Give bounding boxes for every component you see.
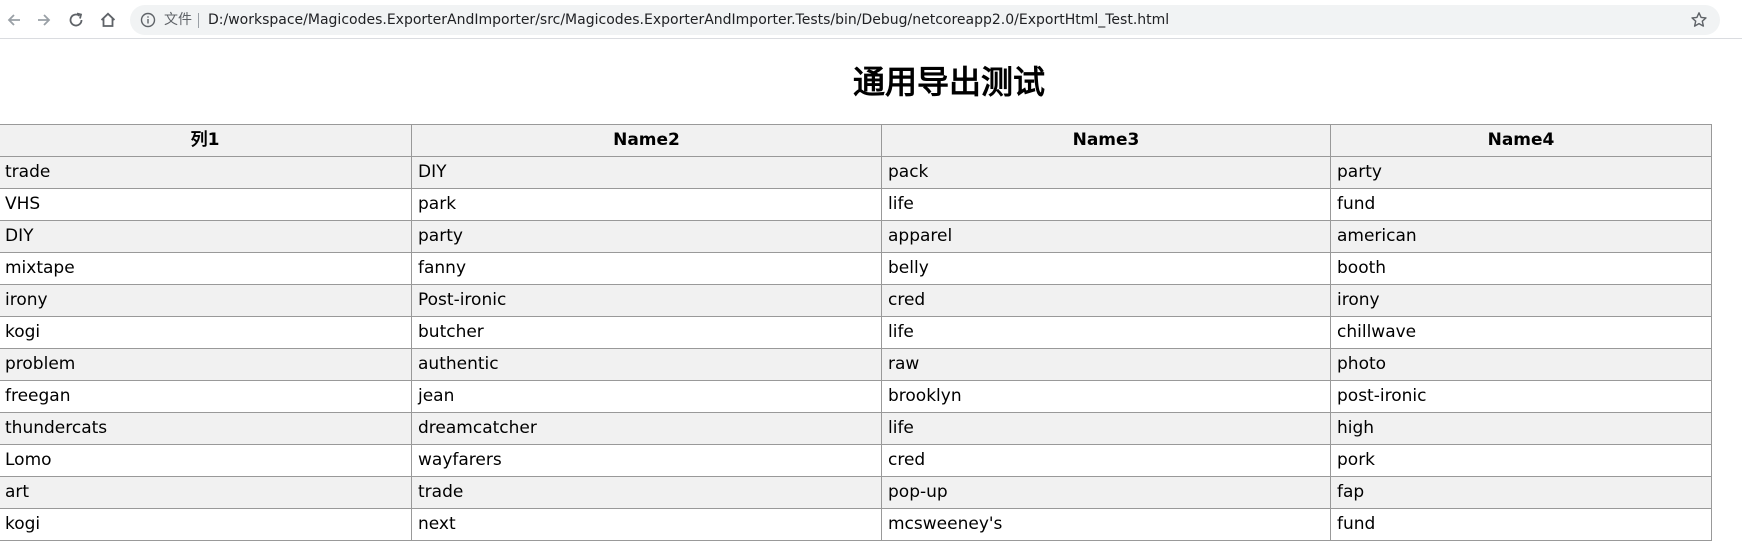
table-cell: fund	[1330, 188, 1712, 221]
table-cell: fap	[1330, 476, 1712, 509]
table-cell: butcher	[411, 316, 882, 349]
table-cell: party	[1330, 156, 1712, 189]
table-row: irony Post-ironic cred irony	[0, 284, 1712, 317]
column-header: 列1	[0, 124, 412, 157]
address-separator	[198, 13, 199, 28]
table-cell: DIY	[411, 156, 882, 189]
table-cell: brooklyn	[881, 380, 1331, 413]
reload-button[interactable]	[62, 6, 90, 34]
table-row: kogi next mcsweeney's fund	[0, 508, 1712, 541]
table-row: VHS park life fund	[0, 188, 1712, 221]
table-cell: wayfarers	[411, 444, 882, 477]
table-cell: pork	[1330, 444, 1712, 477]
table-cell: mcsweeney's	[881, 508, 1331, 541]
table-cell: dreamcatcher	[411, 412, 882, 445]
table-cell: raw	[881, 348, 1331, 381]
back-button[interactable]	[0, 6, 28, 34]
table-cell: life	[881, 316, 1331, 349]
table-cell: pack	[881, 156, 1331, 189]
table-cell: party	[411, 220, 882, 253]
page-title: 通用导出测试	[852, 63, 1045, 101]
file-scheme-label: 文件	[164, 12, 192, 28]
table-row: art trade pop-up fap	[0, 476, 1712, 509]
table-row: problem authentic raw photo	[0, 348, 1712, 381]
table-cell: fund	[1330, 508, 1712, 541]
table-cell: life	[881, 412, 1331, 445]
table-row: DIY party apparel american	[0, 220, 1712, 253]
column-header: Name2	[411, 124, 882, 157]
table-cell: thundercats	[0, 412, 412, 445]
home-icon	[100, 12, 116, 27]
reload-icon	[69, 12, 83, 27]
column-header: Name3	[881, 124, 1331, 157]
back-arrow-icon	[7, 14, 20, 26]
table-row: kogi butcher life chillwave	[0, 316, 1712, 349]
table-cell: kogi	[0, 508, 412, 541]
table-cell: irony	[0, 284, 412, 317]
table-row: thundercats dreamcatcher life high	[0, 412, 1712, 445]
table-cell: american	[1330, 220, 1712, 253]
table-cell: authentic	[411, 348, 882, 381]
table-row: trade DIY pack party	[0, 156, 1712, 189]
table-row: freegan jean brooklyn post-ironic	[0, 380, 1712, 413]
table-cell: belly	[881, 252, 1331, 285]
table-cell: kogi	[0, 316, 412, 349]
table-cell: VHS	[0, 188, 412, 221]
table-cell: high	[1330, 412, 1712, 445]
table-cell: trade	[0, 156, 412, 189]
table-cell: Lomo	[0, 444, 412, 477]
table-cell: DIY	[0, 220, 412, 253]
export-table: 列1 Name2 Name3 Name4 trade DIY pack party VH…	[0, 124, 1712, 541]
table-cell: freegan	[0, 380, 412, 413]
table-cell: mixtape	[0, 252, 412, 285]
table-row: mixtape fanny belly booth	[0, 252, 1712, 285]
address-bar[interactable]: 文件 D:/workspace/Magicodes.ExporterAndImp…	[130, 5, 1720, 35]
table-cell: problem	[0, 348, 412, 381]
table-cell: apparel	[881, 220, 1331, 253]
table-cell: cred	[881, 284, 1331, 317]
table-body: trade DIY pack party VHS park life fund DIY party…	[0, 156, 1712, 541]
home-button[interactable]	[94, 6, 122, 34]
table-header-row: 列1 Name2 Name3 Name4	[0, 124, 1712, 157]
bookmark-star-icon[interactable]	[1690, 11, 1708, 29]
table-cell: irony	[1330, 284, 1712, 317]
column-header: Name4	[1330, 124, 1712, 157]
table-row: Lomo wayfarers cred pork	[0, 444, 1712, 477]
table-cell: next	[411, 508, 882, 541]
table-cell: trade	[411, 476, 882, 509]
browser-toolbar: 文件 D:/workspace/Magicodes.ExporterAndImp…	[0, 0, 1742, 39]
url-text[interactable]: D:/workspace/Magicodes.ExporterAndImport…	[208, 11, 1169, 29]
forward-arrow-icon	[38, 14, 51, 26]
table-cell: booth	[1330, 252, 1712, 285]
table-cell: art	[0, 476, 412, 509]
table-cell: fanny	[411, 252, 882, 285]
table-cell: photo	[1330, 348, 1712, 381]
info-icon[interactable]	[140, 12, 156, 28]
table-cell: jean	[411, 380, 882, 413]
table-cell: life	[881, 188, 1331, 221]
table-cell: chillwave	[1330, 316, 1712, 349]
table-cell: pop-up	[881, 476, 1331, 509]
table-cell: park	[411, 188, 882, 221]
table-cell: post-ironic	[1330, 380, 1712, 413]
forward-button[interactable]	[30, 6, 58, 34]
table-cell: cred	[881, 444, 1331, 477]
table-cell: Post-ironic	[411, 284, 882, 317]
